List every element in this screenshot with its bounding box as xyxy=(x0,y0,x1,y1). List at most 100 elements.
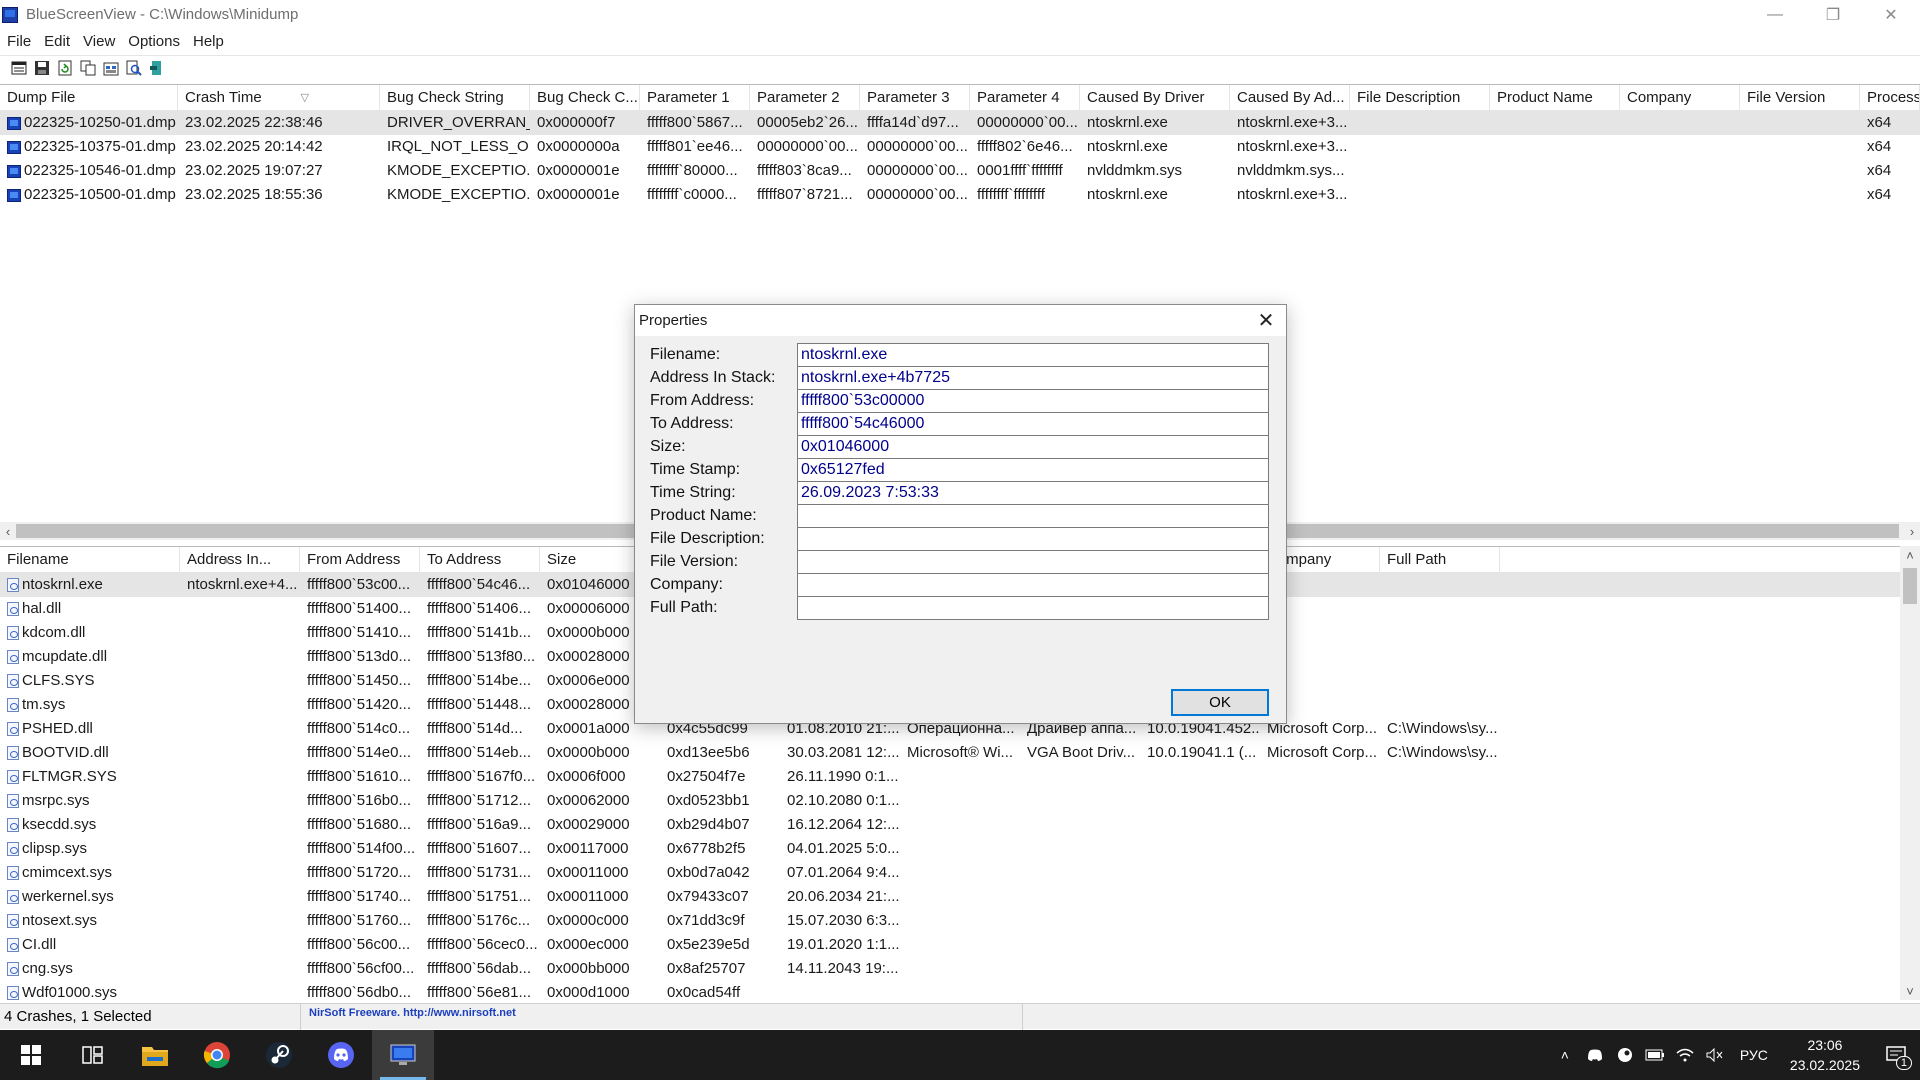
table-row[interactable]: Wdf01000.sys fffff800`56db0... fffff800`56… xyxy=(0,981,1920,1000)
chrome-icon[interactable] xyxy=(186,1030,248,1080)
dialog-close-icon[interactable]: ✕ xyxy=(1256,310,1276,332)
property-value-field[interactable]: 26.09.2023 7:53:33 xyxy=(797,481,1269,505)
language-indicator[interactable]: РУС xyxy=(1730,1047,1778,1063)
column-header[interactable]: Bug Check String xyxy=(380,85,530,111)
discord-icon[interactable] xyxy=(310,1030,372,1080)
exit-icon[interactable] xyxy=(148,59,166,77)
column-header[interactable]: Caused By Ad... xyxy=(1230,85,1350,111)
column-header[interactable]: Caused By Driver xyxy=(1080,85,1230,111)
column-header[interactable]: Dump File xyxy=(0,85,178,111)
table-cell: 0x6778b2f5 xyxy=(660,837,780,861)
table-cell: 0x0000001e xyxy=(530,183,640,207)
module-file-icon xyxy=(7,842,19,856)
column-header[interactable]: File Description xyxy=(1350,85,1490,111)
column-header[interactable]: Parameter 3 xyxy=(860,85,970,111)
discord-tray-icon[interactable] xyxy=(1580,1030,1610,1080)
table-cell: ntoskrnl.exe xyxy=(0,573,180,597)
column-header[interactable]: Product Name xyxy=(1490,85,1620,111)
properties-icon[interactable] xyxy=(10,59,28,77)
find-icon[interactable] xyxy=(125,59,143,77)
column-header[interactable]: Parameter 4 xyxy=(970,85,1080,111)
wifi-icon[interactable] xyxy=(1670,1030,1700,1080)
menu-help[interactable]: Help xyxy=(186,33,230,50)
start-icon[interactable] xyxy=(0,1030,62,1080)
vscroll-thumb[interactable] xyxy=(1903,568,1917,604)
property-value-field[interactable]: fffff800`53c00000 xyxy=(797,389,1269,413)
table-row[interactable]: BOOTVID.dll fffff800`514e0... fffff800`514… xyxy=(0,741,1920,765)
menu-file[interactable]: File xyxy=(0,33,37,50)
table-row[interactable]: ksecdd.sys fffff800`51680... fffff800`516a… xyxy=(0,813,1920,837)
property-value-field[interactable]: 0x65127fed xyxy=(797,458,1269,482)
property-value-field[interactable]: fffff800`54c46000 xyxy=(797,412,1269,436)
column-header[interactable]: Parameter 1 xyxy=(640,85,750,111)
menu-view[interactable]: View xyxy=(76,33,121,50)
menu-edit[interactable]: Edit xyxy=(37,33,76,50)
property-value-field[interactable] xyxy=(797,527,1269,551)
cell-text: fffff800`513f80... xyxy=(427,648,536,665)
table-cell xyxy=(1490,111,1620,135)
report-icon[interactable] xyxy=(102,59,120,77)
table-row[interactable]: cmimcext.sys fffff800`51720... fffff800`51… xyxy=(0,861,1920,885)
table-row[interactable]: CI.dll fffff800`56c00... fffff800`56cec0..… xyxy=(0,933,1920,957)
property-value-field[interactable]: ntoskrnl.exe+4b7725 xyxy=(797,366,1269,390)
clock-time: 23:06 xyxy=(1807,1037,1843,1053)
file-explorer-icon[interactable] xyxy=(124,1030,186,1080)
scroll-right-icon[interactable]: › xyxy=(1904,522,1920,540)
column-header[interactable]: File Version xyxy=(1740,85,1860,111)
column-header[interactable]: Crash Time ▽ xyxy=(178,85,380,111)
steam-icon[interactable] xyxy=(248,1030,310,1080)
property-value-field[interactable]: ntoskrnl.exe xyxy=(797,343,1269,367)
table-row[interactable]: 022325-10250-01.dmp 23.02.2025 22:38:46 DR… xyxy=(0,111,1920,135)
table-cell xyxy=(1380,765,1500,789)
close-button[interactable]: ✕ xyxy=(1862,0,1920,29)
volume-muted-icon[interactable] xyxy=(1700,1030,1730,1080)
refresh-icon[interactable] xyxy=(56,59,74,77)
column-header[interactable]: Full Path xyxy=(1380,547,1500,573)
ok-button[interactable]: OK xyxy=(1171,689,1269,716)
scroll-up-icon[interactable]: ˄ xyxy=(1902,546,1918,564)
cell-text: 0x0000c000 xyxy=(547,912,629,929)
column-header[interactable]: Processo xyxy=(1860,85,1920,111)
property-value-field[interactable] xyxy=(797,573,1269,597)
table-row[interactable]: werkernel.sys fffff800`51740... fffff800`5… xyxy=(0,885,1920,909)
table-row[interactable]: msrpc.sys fffff800`516b0... fffff800`51712… xyxy=(0,789,1920,813)
table-cell xyxy=(1380,813,1500,837)
notifications-icon[interactable]: 1 xyxy=(1872,1030,1920,1080)
task-view-icon[interactable] xyxy=(62,1030,124,1080)
nirsoft-link[interactable]: NirSoft Freeware. http://www.nirsoft.net xyxy=(300,1003,1022,1030)
column-header[interactable]: To Address xyxy=(420,547,540,573)
cell-text: 0x00117000 xyxy=(547,840,629,857)
table-row[interactable]: 022325-10546-01.dmp 23.02.2025 19:07:27 KM… xyxy=(0,159,1920,183)
column-header[interactable]: Company xyxy=(1620,85,1740,111)
module-list-vscrollbar[interactable]: ˄ ˅ xyxy=(1900,546,1920,1000)
table-row[interactable]: 022325-10500-01.dmp 23.02.2025 18:55:36 KM… xyxy=(0,183,1920,207)
property-value-field[interactable]: 0x01046000 xyxy=(797,435,1269,459)
steam-tray-icon[interactable] xyxy=(1610,1030,1640,1080)
minimize-button[interactable]: — xyxy=(1746,0,1804,29)
column-header[interactable]: Bug Check C... xyxy=(530,85,640,111)
column-header[interactable]: Address In... ▴ xyxy=(180,547,300,573)
table-row[interactable]: clipsp.sys fffff800`514f00... fffff800`516… xyxy=(0,837,1920,861)
table-row[interactable]: ntosext.sys fffff800`51760... fffff800`517… xyxy=(0,909,1920,933)
property-value-field[interactable] xyxy=(797,550,1269,574)
column-header[interactable]: From Address xyxy=(300,547,420,573)
column-header[interactable]: Parameter 2 xyxy=(750,85,860,111)
table-cell xyxy=(1260,813,1380,837)
save-icon[interactable] xyxy=(33,59,51,77)
column-header[interactable]: Filename xyxy=(0,547,180,573)
table-row[interactable]: FLTMGR.SYS fffff800`51610... fffff800`5167… xyxy=(0,765,1920,789)
property-value-field[interactable] xyxy=(797,596,1269,620)
scroll-down-icon[interactable]: ˅ xyxy=(1902,982,1918,1000)
copy-icon[interactable] xyxy=(79,59,97,77)
bluescreenview-icon[interactable] xyxy=(372,1030,434,1080)
table-row[interactable]: 022325-10375-01.dmp 23.02.2025 20:14:42 IR… xyxy=(0,135,1920,159)
property-value-field[interactable] xyxy=(797,504,1269,528)
scroll-left-icon[interactable]: ‹ xyxy=(0,522,16,540)
maximize-button[interactable]: ❐ xyxy=(1804,0,1862,29)
clock[interactable]: 23:06 23.02.2025 xyxy=(1778,1035,1872,1075)
menu-options[interactable]: Options xyxy=(121,33,186,50)
cell-text: ffffffff`80000... xyxy=(647,162,738,179)
chevron-up-icon[interactable]: ˄ xyxy=(1550,1030,1580,1080)
battery-icon[interactable] xyxy=(1640,1030,1670,1080)
table-row[interactable]: cng.sys fffff800`56cf00... fffff800`56dab.… xyxy=(0,957,1920,981)
